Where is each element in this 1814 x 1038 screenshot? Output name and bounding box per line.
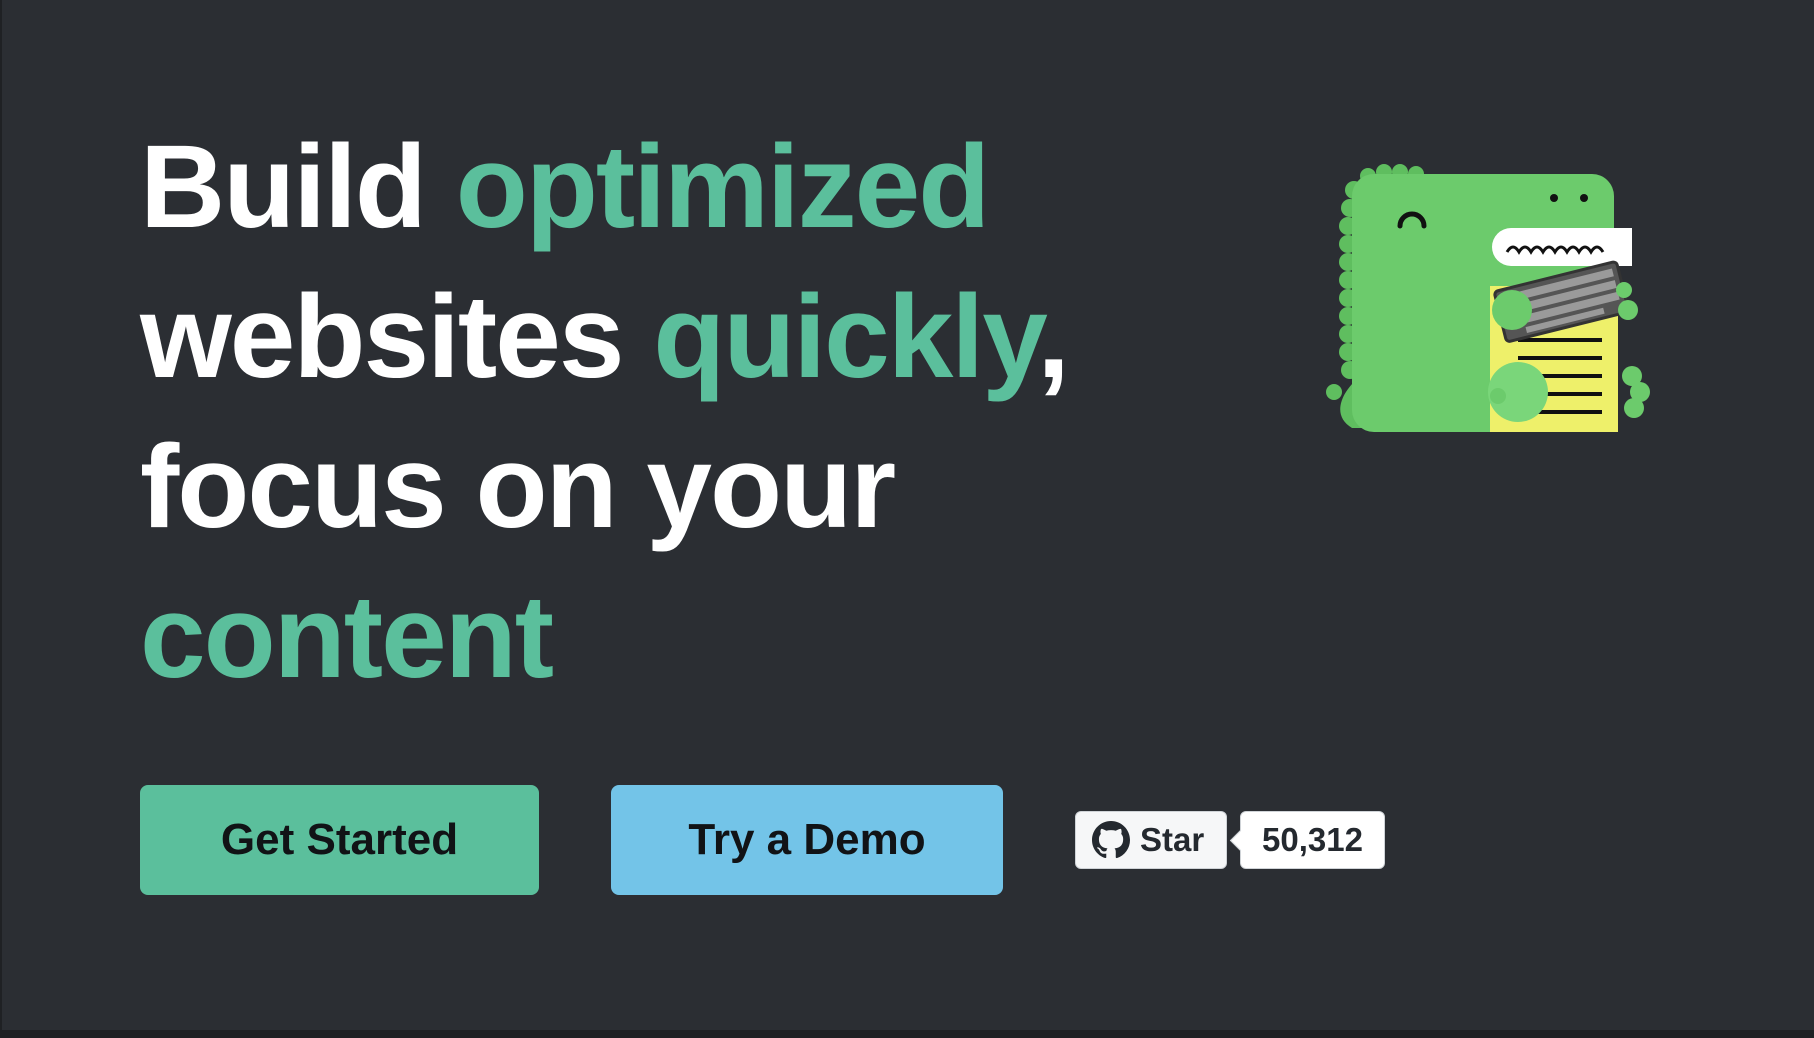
headline-words-focus-on-your: focus on your: [140, 421, 896, 553]
headline-word-quickly: quickly: [653, 271, 1039, 403]
dinosaur-mascot-icon: [1326, 164, 1650, 432]
github-star-label: Star: [1140, 821, 1205, 858]
get-started-button[interactable]: Get Started: [140, 785, 539, 895]
github-star-button[interactable]: Star: [1075, 811, 1227, 869]
github-star-count[interactable]: 50,312: [1240, 811, 1385, 869]
headline-word-build: Build: [140, 121, 456, 253]
headline-line-1: Build optimized: [140, 112, 1068, 262]
hero-headline: Build optimized websites quickly, focus …: [140, 112, 1070, 712]
headline-line-4: content: [140, 562, 1068, 712]
headline-line-3: focus on your: [140, 412, 1068, 562]
github-octocat-icon: [1092, 821, 1130, 859]
hero-section: Build optimized websites quickly, focus …: [0, 0, 1814, 1030]
bottom-divider: [0, 1030, 1814, 1038]
headline-word-optimized: optimized: [455, 121, 991, 253]
headline-line-2: websites quickly,: [140, 262, 1070, 412]
try-demo-button[interactable]: Try a Demo: [611, 785, 1003, 895]
headline-comma: ,: [1037, 271, 1070, 403]
headline-word-content: content: [140, 571, 554, 703]
headline-word-websites: websites: [140, 271, 654, 403]
